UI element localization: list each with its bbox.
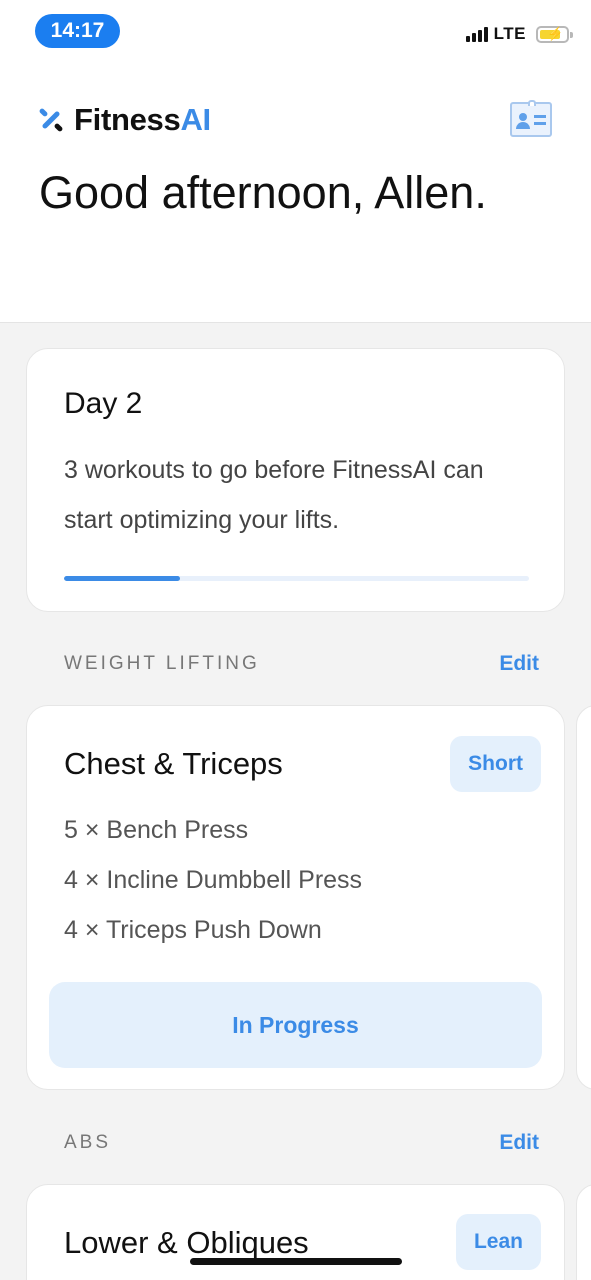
signal-icon [465, 26, 488, 42]
status-indicators: LTE ⚡ [465, 24, 573, 44]
progress-bar-fill [64, 576, 181, 581]
section-header-weight-lifting: WEIGHT LIFTING Edit [64, 652, 539, 676]
battery-icon: ⚡ [536, 25, 573, 43]
in-progress-button[interactable]: In Progress [49, 982, 542, 1068]
header-area: 14:17 LTE ⚡ FitnessAI Good afternoon, Al… [0, 0, 591, 323]
workout-title: Chest & Triceps [64, 746, 283, 781]
logo-text: FitnessAI [74, 102, 211, 137]
home-indicator[interactable] [190, 1258, 402, 1265]
status-time: 14:17 [35, 14, 120, 48]
exercise-item: 4 × Incline Dumbbell Press [64, 866, 363, 894]
edit-abs-button[interactable]: Edit [499, 1131, 539, 1155]
exercise-list: 5 × Bench Press 4 × Incline Dumbbell Pre… [64, 805, 362, 955]
exercise-item: 4 × Triceps Push Down [64, 916, 322, 944]
workout-title: Lower & Obliques [64, 1225, 309, 1260]
workout-duration-badge[interactable]: Lean [455, 1214, 541, 1270]
greeting-title: Good afternoon, Allen. [39, 167, 487, 218]
workout-card-chest-triceps[interactable]: Chest & Triceps Short 5 × Bench Press 4 … [26, 705, 565, 1090]
section-header-abs: ABS Edit [64, 1131, 539, 1155]
progress-card[interactable]: Day 2 3 workouts to go before FitnessAI … [26, 348, 565, 612]
section-label: ABS [64, 1132, 112, 1153]
logo-icon [39, 108, 63, 132]
profile-card-icon [519, 113, 527, 121]
day-description: 3 workouts to go before FitnessAI can st… [64, 456, 484, 534]
next-workout-card-peek[interactable] [576, 705, 591, 1090]
edit-weight-lifting-button[interactable]: Edit [499, 652, 539, 676]
profile-button[interactable] [510, 100, 552, 137]
workout-card-lower-obliques[interactable]: Lower & Obliques Lean [26, 1184, 565, 1280]
onboarding-progress-bar [64, 576, 529, 581]
next-workout-card-peek[interactable] [576, 1184, 591, 1280]
exercise-item: 5 × Bench Press [64, 816, 249, 844]
workout-duration-badge[interactable]: Short [450, 736, 541, 792]
app-logo: FitnessAI [38, 102, 211, 138]
section-label: WEIGHT LIFTING [64, 653, 260, 674]
network-label: LTE [493, 24, 526, 43]
day-title: Day 2 [64, 387, 143, 420]
